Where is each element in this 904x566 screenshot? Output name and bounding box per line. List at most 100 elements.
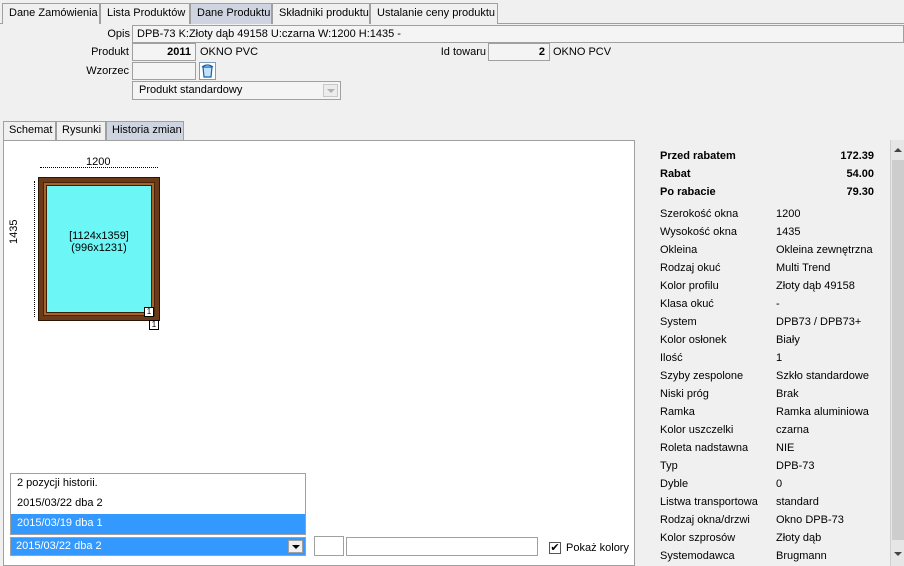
property-row: Kolor uszczelki czarna [660,424,888,442]
property-row: Typ DPB-73 [660,460,888,478]
property-value: Multi Trend [776,262,831,274]
glass-dimension-1: [1124x1359] [69,230,129,242]
tab-ustalanie-ceny[interactable]: Ustalanie ceny produktu [370,3,498,24]
scroll-up-icon[interactable] [892,144,904,158]
id-towaru-name: OKNO PCV [553,46,612,58]
tab-historia-zmian[interactable]: Historia zmian [106,121,184,140]
property-value: DPB-73 [776,460,815,472]
list-item[interactable]: 2 pozycji historii. [11,474,305,494]
tab-schemat[interactable]: Schemat [3,121,56,140]
property-key: Wysokość okna [660,226,737,238]
price-row: Po rabacie 79.30 [660,186,874,198]
property-key: Listwa transportowa [660,496,758,508]
property-row: Kolor profilu Złoty dąb 49158 [660,280,888,298]
property-row: Kolor szprosów Złoty dąb [660,532,888,550]
product-type-select[interactable]: Produkt standardowy [132,81,341,100]
width-dimension-line [40,167,158,168]
price-label: Po rabacie [660,186,716,198]
tab-dane-zamowienia[interactable]: Dane Zamówienia [2,3,100,24]
zoom-slider-thumb[interactable] [314,536,344,556]
id-towaru-label: Id towaru [440,46,486,58]
height-dimension-line [34,181,35,317]
glass-dimension-2: (996x1231) [71,242,127,254]
property-value: Brugmann [776,550,827,562]
opis-label: Opis [107,28,130,40]
scroll-thumb[interactable] [892,160,904,540]
property-row: Ramka Ramka aluminiowa [660,406,888,424]
tab-skladniki-produktu[interactable]: Składniki produktu [272,3,370,24]
property-key: Niski próg [660,388,709,400]
property-row: Roleta nadstawna NIE [660,442,888,460]
wzorzec-field[interactable] [132,62,196,80]
chevron-down-icon[interactable] [323,84,338,97]
property-value: Szkło standardowe [776,370,869,382]
wzorzec-clear-button[interactable] [199,62,216,80]
height-dimension-label: 1435 [8,219,20,244]
property-key: Okleina [660,244,698,256]
property-value: Złoty dąb 49158 [776,280,855,292]
property-row: Systemodawca Brugmann [660,550,888,566]
history-dropdown-list[interactable]: 2 pozycji historii. 2015/03/22 dba 2 201… [10,473,306,535]
property-value: DPB73 / DPB73+ [776,316,862,328]
property-value: 1435 [776,226,801,238]
tab-lista-produktow[interactable]: Lista Produktów [100,3,190,24]
property-value: 0 [776,478,783,490]
property-value: standard [776,496,819,508]
produkt-id-field[interactable]: 2011 [132,43,196,61]
show-colors-checkbox[interactable]: ✔ [549,542,561,554]
price-value: 79.30 [846,186,874,198]
tab-rysunki[interactable]: Rysunki [56,121,106,140]
property-key: System [660,316,697,328]
property-row: Szerokość okna 1200 [660,208,888,226]
price-row: Rabat 54.00 [660,168,874,180]
opis-field[interactable]: DPB-73 K:Złoty dąb 49158 U:czarna W:1200… [132,25,904,43]
property-key: Ramka [660,406,695,418]
property-key: Szyby zespolone [660,370,744,382]
list-item[interactable]: 2015/03/22 dba 2 [11,494,305,514]
property-value: Biały [776,334,800,346]
produkt-name: OKNO PVC [200,46,259,58]
property-key: Dyble [660,478,689,490]
produkt-label: Produkt [91,46,129,58]
info-scrollbar[interactable] [890,140,904,566]
zoom-slider-track[interactable] [346,537,538,556]
property-value: Złoty dąb [776,532,822,544]
property-key: Ilość [660,352,683,364]
property-key: Kolor uszczelki [660,424,734,436]
property-row: Klasa okuć - [660,298,888,316]
property-key: Szerokość okna [660,208,739,220]
property-value: czarna [776,424,810,436]
scroll-down-icon[interactable] [892,548,904,562]
history-select[interactable]: 2015/03/22 dba 2 [10,537,306,556]
property-row: Rodzaj okuć Multi Trend [660,262,888,280]
price-value: 54.00 [846,168,874,180]
sash-number-badge: 1 [144,307,154,317]
id-towaru-field[interactable]: 2 [488,43,550,61]
property-value: 1 [776,352,783,364]
property-key: Kolor osłonek [660,334,727,346]
chevron-down-icon[interactable] [288,540,303,553]
list-item[interactable]: 2015/03/19 dba 1 [11,514,305,534]
property-row: Kolor osłonek Biały [660,334,888,352]
product-type-value: Produkt standardowy [139,84,243,96]
property-value: Okno DPB-73 [776,514,844,526]
property-row: Listwa transportowa standard [660,496,888,514]
property-key: Systemodawca [660,550,735,562]
property-row: Wysokość okna 1435 [660,226,888,244]
property-key: Kolor szprosów [660,532,736,544]
frame-number-badge: 1 [149,320,159,330]
property-key: Typ [660,460,678,472]
property-value: 1200 [776,208,801,220]
price-value: 172.39 [840,150,874,162]
property-row: Okleina Okleina zewnętrzna [660,244,888,262]
property-row: Niski próg Brak [660,388,888,406]
tab-dane-produktu[interactable]: Dane Produktu [190,3,272,24]
property-row: System DPB73 / DPB73+ [660,316,888,334]
bucket-icon [201,64,214,78]
property-row: Dyble 0 [660,478,888,496]
property-row: Rodzaj okna/drzwi Okno DPB-73 [660,514,888,532]
property-value: Brak [776,388,799,400]
glass-dimensions: [1124x1359] (996x1231) [46,230,152,254]
property-key: Klasa okuć [660,298,714,310]
price-row: Przed rabatem 172.39 [660,150,874,162]
